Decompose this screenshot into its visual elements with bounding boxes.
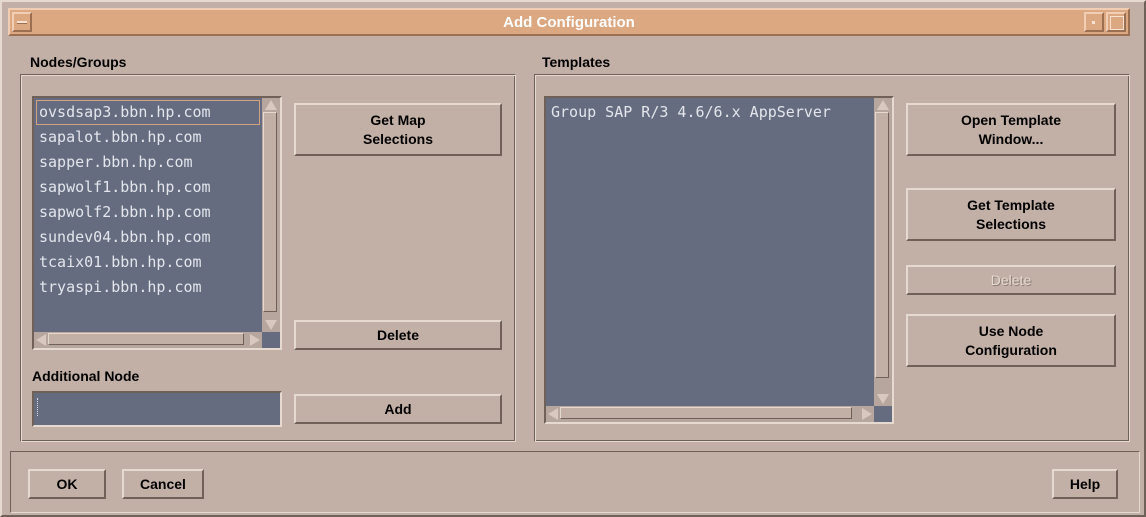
scroll-up-arrow-icon[interactable]: [265, 100, 277, 110]
nodes-horizontal-scrollbar[interactable]: [34, 332, 262, 348]
templates-list-items: Group SAP R/3 4.6/6.x AppServer: [548, 100, 872, 404]
help-button[interactable]: Help: [1052, 469, 1118, 499]
get-map-selections-button[interactable]: Get Map Selections: [294, 103, 502, 156]
list-item[interactable]: sapalot.bbn.hp.com: [36, 125, 260, 150]
text-caret: [37, 398, 38, 416]
delete-template-button[interactable]: Delete: [906, 265, 1116, 295]
templates-horizontal-scrollbar[interactable]: [546, 406, 874, 422]
list-item[interactable]: ovsdsap3.bbn.hp.com: [36, 100, 260, 125]
scroll-down-arrow-icon[interactable]: [265, 320, 277, 330]
nodes-vertical-scroll-thumb[interactable]: [263, 112, 277, 312]
cancel-button[interactable]: Cancel: [122, 469, 204, 499]
additional-node-label: Additional Node: [32, 368, 140, 384]
scroll-right-arrow-icon[interactable]: [250, 334, 260, 346]
nodes-horizontal-scroll-thumb[interactable]: [48, 333, 244, 345]
templates-vertical-scroll-thumb[interactable]: [875, 112, 889, 378]
list-item[interactable]: sapwolf1.bbn.hp.com: [36, 175, 260, 200]
add-node-button[interactable]: Add: [294, 394, 502, 424]
scroll-left-arrow-icon[interactable]: [36, 334, 46, 346]
additional-node-input[interactable]: [32, 391, 282, 427]
list-item[interactable]: Group SAP R/3 4.6/6.x AppServer: [548, 100, 872, 125]
ok-button[interactable]: OK: [28, 469, 106, 499]
list-item[interactable]: tryaspi.bbn.hp.com: [36, 275, 260, 300]
scroll-up-arrow-icon[interactable]: [877, 100, 889, 110]
nodes-vertical-scrollbar[interactable]: [262, 98, 280, 332]
minimize-icon[interactable]: [1084, 12, 1104, 32]
list-item[interactable]: tcaix01.bbn.hp.com: [36, 250, 260, 275]
nodes-groups-label: Nodes/Groups: [30, 54, 127, 70]
nodes-groups-list[interactable]: ovsdsap3.bbn.hp.com sapalot.bbn.hp.com s…: [32, 96, 282, 350]
get-template-selections-button[interactable]: Get Template Selections: [906, 188, 1116, 241]
use-node-configuration-button[interactable]: Use Node Configuration: [906, 314, 1116, 367]
list-item[interactable]: sapper.bbn.hp.com: [36, 150, 260, 175]
title-bar[interactable]: Add Configuration: [8, 8, 1130, 36]
add-configuration-dialog: Add Configuration Nodes/Groups ovsdsap3.…: [0, 0, 1146, 517]
templates-horizontal-scroll-thumb[interactable]: [560, 407, 852, 419]
scroll-left-arrow-icon[interactable]: [548, 408, 558, 420]
maximize-icon[interactable]: [1106, 12, 1126, 32]
window-title: Add Configuration: [503, 14, 635, 31]
nodes-groups-list-items: ovsdsap3.bbn.hp.com sapalot.bbn.hp.com s…: [36, 100, 260, 330]
templates-list[interactable]: Group SAP R/3 4.6/6.x AppServer: [544, 96, 894, 424]
scroll-right-arrow-icon[interactable]: [862, 408, 872, 420]
delete-node-button[interactable]: Delete: [294, 320, 502, 350]
templates-label: Templates: [542, 54, 611, 70]
list-item[interactable]: sapwolf2.bbn.hp.com: [36, 200, 260, 225]
open-template-window-button[interactable]: Open Template Window...: [906, 103, 1116, 156]
templates-vertical-scrollbar[interactable]: [874, 98, 892, 406]
list-item[interactable]: sundev04.bbn.hp.com: [36, 225, 260, 250]
scroll-down-arrow-icon[interactable]: [877, 394, 889, 404]
